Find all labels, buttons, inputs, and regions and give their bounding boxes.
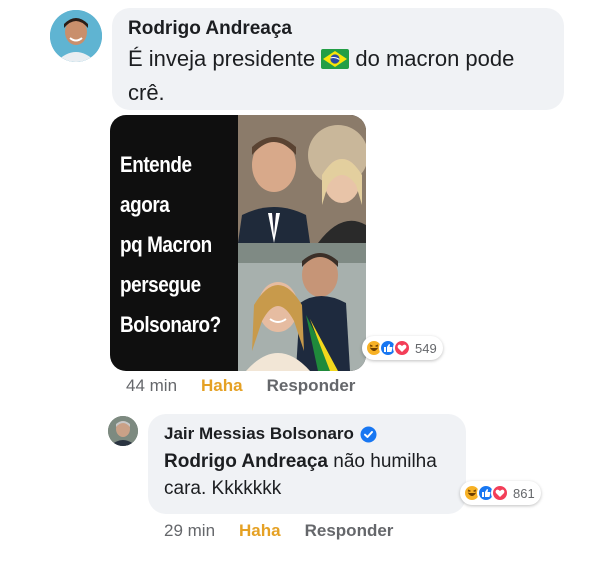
comment-image[interactable]: Entende agora pq Macron persegue Bolsona… (110, 115, 366, 371)
reaction-count: 861 (513, 485, 535, 501)
comment-author[interactable]: Rodrigo Andreaça (128, 18, 548, 40)
reply-bubble: Jair Messias Bolsonaro Rodrigo Andreaça … (148, 414, 466, 514)
comment-actions: 44 min Haha Responder (126, 376, 355, 396)
reply-author-avatar[interactable] (108, 416, 138, 446)
image-caption-line: pq Macron (120, 232, 212, 257)
love-icon (393, 339, 411, 357)
reply-timestamp[interactable]: 29 min (164, 521, 215, 541)
brazil-flag-icon (321, 46, 350, 77)
image-photos (238, 115, 366, 371)
commenter-avatar[interactable] (50, 10, 102, 62)
image-caption: Entende agora pq Macron persegue Bolsona… (120, 145, 221, 345)
comment-bubble: Rodrigo Andreaça É inveja presidente do … (112, 8, 564, 110)
reply-actions: 29 min Haha Responder (164, 521, 393, 541)
reply-button[interactable]: Responder (305, 521, 394, 541)
reply-author-name[interactable]: Jair Messias Bolsonaro (164, 424, 354, 444)
reaction-haha-button[interactable]: Haha (201, 376, 243, 396)
reply-reactions[interactable]: 861 (460, 481, 541, 505)
reaction-count: 549 (415, 340, 437, 356)
comment-timestamp[interactable]: 44 min (126, 376, 177, 396)
love-icon (491, 484, 509, 502)
verified-badge-icon (360, 426, 377, 443)
reaction-haha-button[interactable]: Haha (239, 521, 281, 541)
reply-author[interactable]: Jair Messias Bolsonaro (164, 424, 450, 444)
image-caption-line: agora (120, 192, 170, 217)
comment-reactions[interactable]: 549 (362, 336, 443, 360)
comment-text: É inveja presidente do macron pode crê. (128, 43, 548, 108)
mention-link[interactable]: Rodrigo Andreaça (164, 451, 328, 472)
comment-text-part-1: É inveja presidente (128, 46, 316, 71)
reply-button[interactable]: Responder (267, 376, 356, 396)
image-caption-line: persegue (120, 272, 201, 297)
reply-text: Rodrigo Andreaça não humilha cara. Kkkkk… (164, 448, 450, 502)
image-caption-line: Bolsonaro? (120, 312, 221, 337)
image-caption-line: Entende (120, 152, 192, 177)
